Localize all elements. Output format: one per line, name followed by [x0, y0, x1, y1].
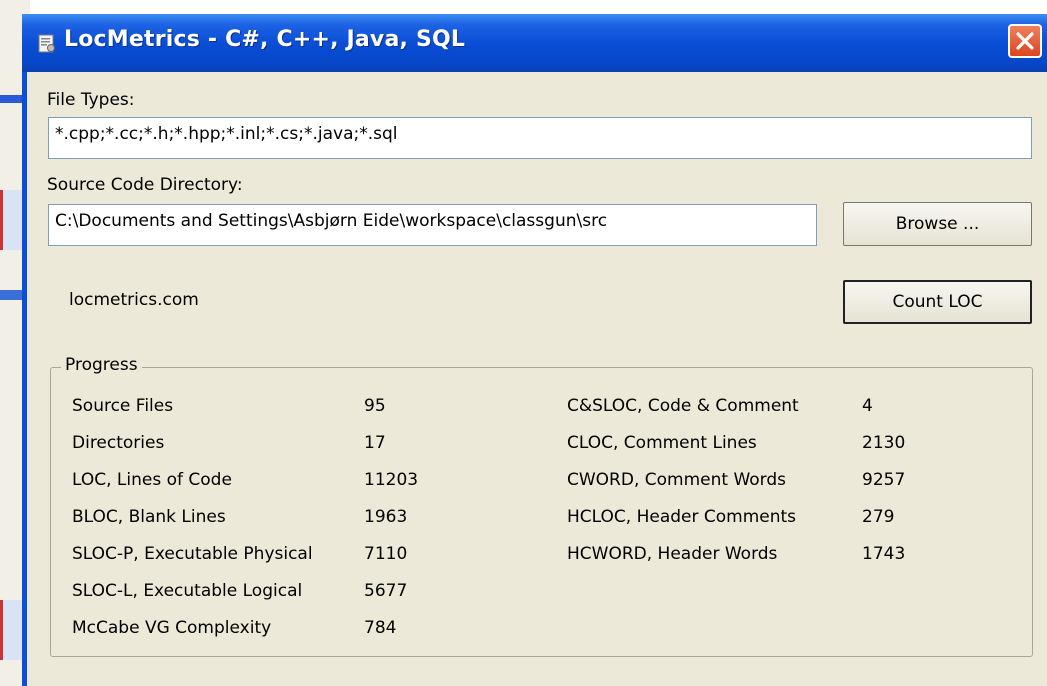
stat-label: HCLOC, Header Comments	[567, 507, 797, 527]
stat-value: 4	[862, 396, 873, 416]
stat-label: CWORD, Comment Words	[567, 470, 787, 490]
close-button[interactable]	[1008, 24, 1042, 58]
close-icon	[1016, 32, 1034, 50]
site-link[interactable]: locmetrics.com	[69, 290, 199, 310]
stat-value: 1743	[862, 544, 906, 564]
window-title: LocMetrics - C#, C++, Java, SQL	[64, 27, 466, 52]
stat-label: McCabe VG Complexity	[72, 618, 272, 638]
progress-title: Progress	[61, 355, 142, 375]
locmetrics-window: LocMetrics - C#, C++, Java, SQL File Typ…	[22, 14, 1047, 686]
stat-value: 1963	[364, 507, 408, 527]
stat-label: LOC, Lines of Code	[72, 470, 232, 490]
count-loc-button[interactable]: Count LOC	[843, 280, 1032, 324]
stat-value: 784	[364, 618, 397, 638]
stat-value: 279	[862, 507, 895, 527]
stat-label: HCWORD, Header Words	[567, 544, 778, 564]
browse-button[interactable]: Browse ...	[843, 202, 1032, 246]
source-dir-label: Source Code Directory:	[47, 175, 243, 195]
progress-group: Progress Source Files 95 Directories 17 …	[50, 355, 1033, 657]
stat-label: C&SLOC, Code & Comment	[567, 396, 799, 416]
stat-value: 2130	[862, 433, 906, 453]
stat-label: SLOC-P, Executable Physical	[72, 544, 313, 564]
stat-label: CLOC, Comment Lines	[567, 433, 757, 453]
source-dir-input[interactable]: C:\Documents and Settings\Asbjørn Eide\w…	[48, 204, 817, 246]
stat-value: 9257	[862, 470, 906, 490]
stat-value: 95	[364, 396, 386, 416]
stat-value: 7110	[364, 544, 408, 564]
stat-label: SLOC-L, Executable Logical	[72, 581, 303, 601]
stat-value: 17	[364, 433, 386, 453]
stat-label: Directories	[72, 433, 165, 453]
stat-label: Source Files	[72, 396, 174, 416]
stat-value: 5677	[364, 581, 408, 601]
file-types-label: File Types:	[47, 90, 135, 110]
app-icon	[38, 34, 55, 53]
desktop-icon-fragment	[0, 290, 24, 300]
desktop-taskbar-fragment	[0, 95, 24, 103]
stat-label: BLOC, Blank Lines	[72, 507, 226, 527]
title-bar[interactable]: LocMetrics - C#, C++, Java, SQL	[22, 14, 1047, 72]
file-types-input[interactable]: *.cpp;*.cc;*.h;*.hpp;*.inl;*.cs;*.java;*…	[48, 117, 1032, 159]
stat-value: 11203	[364, 470, 419, 490]
